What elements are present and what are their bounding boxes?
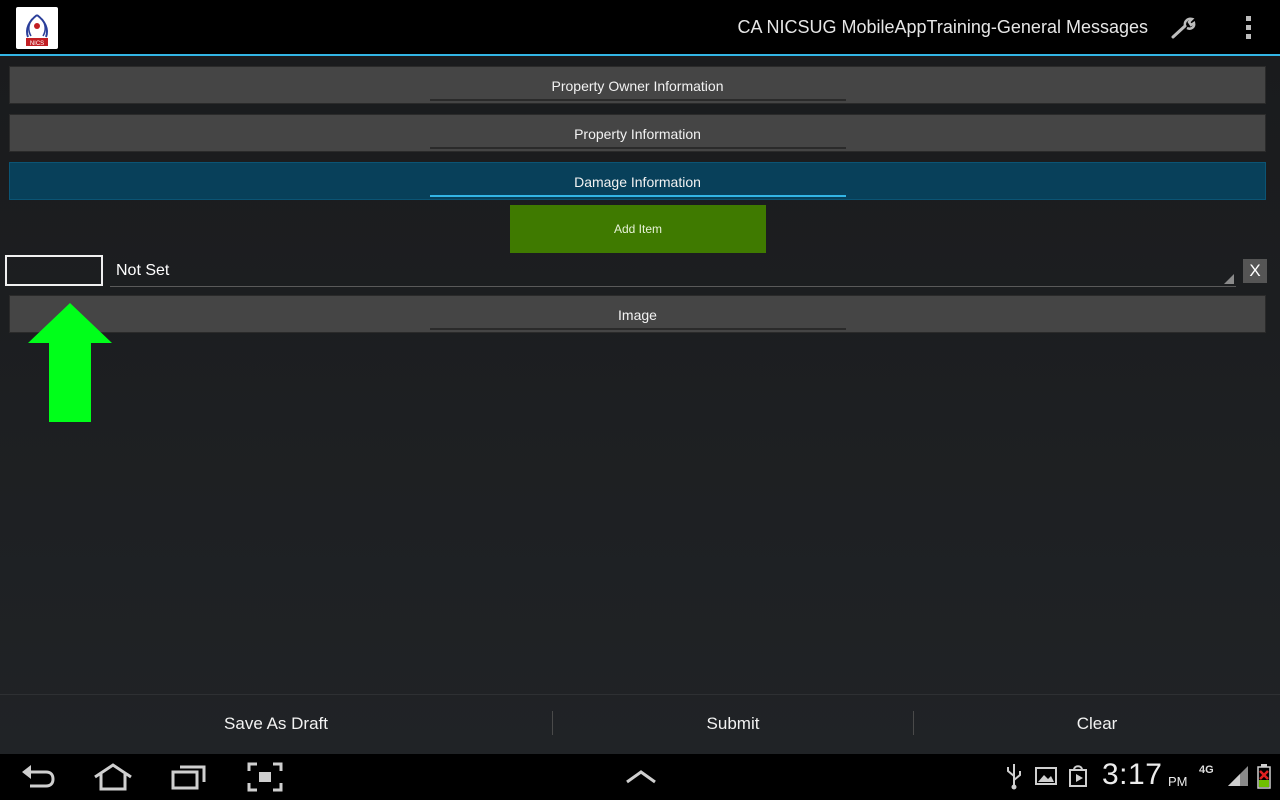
clock-time: 3:17 (1102, 758, 1163, 791)
settings-button[interactable] (1168, 14, 1200, 42)
clock-ampm: PM (1168, 774, 1188, 789)
gallery-notification-icon (1035, 767, 1057, 785)
section-label: Property Information (574, 126, 701, 142)
overflow-dot-icon (1245, 16, 1251, 21)
screenshot-icon[interactable] (247, 762, 283, 792)
nics-logo-icon: NICS (26, 14, 48, 47)
bottom-actions-bar: Save As Draft Submit Clear (0, 694, 1280, 755)
wrench-icon (1171, 17, 1196, 39)
add-item-button[interactable]: Add Item (510, 205, 766, 253)
submit-button[interactable]: Submit (553, 695, 913, 753)
overflow-dot-icon (1245, 34, 1251, 39)
network-type-label: 4G (1199, 764, 1214, 776)
spinner-dropdown-icon (1224, 274, 1234, 284)
recent-apps-icon[interactable] (170, 762, 208, 792)
content-background (0, 56, 1280, 754)
section-label: Property Owner Information (551, 78, 724, 94)
section-damage-information[interactable]: Damage Information (9, 162, 1266, 200)
green-up-arrow-icon (28, 303, 112, 422)
section-label: Damage Information (574, 174, 701, 190)
signal-strength-icon (1228, 766, 1248, 786)
delete-item-button[interactable]: X (1243, 259, 1267, 283)
action-bar: NICS CA NICSUG MobileAppTraining-General… (0, 0, 1280, 56)
overflow-dot-icon (1245, 25, 1251, 30)
play-store-notification-icon (1069, 765, 1087, 787)
section-property-information[interactable]: Property Information (9, 114, 1266, 152)
battery-icon (1257, 764, 1271, 789)
damage-item-input[interactable] (5, 255, 103, 286)
save-as-draft-button[interactable]: Save As Draft (0, 695, 552, 753)
section-image[interactable]: Image (9, 295, 1266, 333)
section-underline (430, 147, 846, 149)
damage-type-spinner[interactable]: Not Set (110, 258, 1236, 287)
system-bar (0, 754, 1280, 800)
section-label: Image (618, 307, 657, 323)
svg-text:NICS: NICS (30, 41, 44, 47)
overflow-menu-button[interactable] (1240, 14, 1256, 42)
section-underline (430, 328, 846, 330)
app-logo[interactable]: NICS (16, 7, 58, 49)
section-underline (430, 99, 846, 101)
spinner-value: Not Set (116, 262, 170, 279)
section-property-owner-information[interactable]: Property Owner Information (9, 66, 1266, 104)
back-icon[interactable] (20, 762, 58, 792)
clear-button[interactable]: Clear (914, 695, 1280, 753)
section-underline (430, 195, 846, 197)
chevron-up-icon[interactable] (624, 762, 658, 792)
usb-icon (1007, 764, 1021, 790)
home-icon[interactable] (92, 762, 134, 792)
app-title: CA NICSUG MobileAppTraining-General Mess… (737, 17, 1148, 37)
